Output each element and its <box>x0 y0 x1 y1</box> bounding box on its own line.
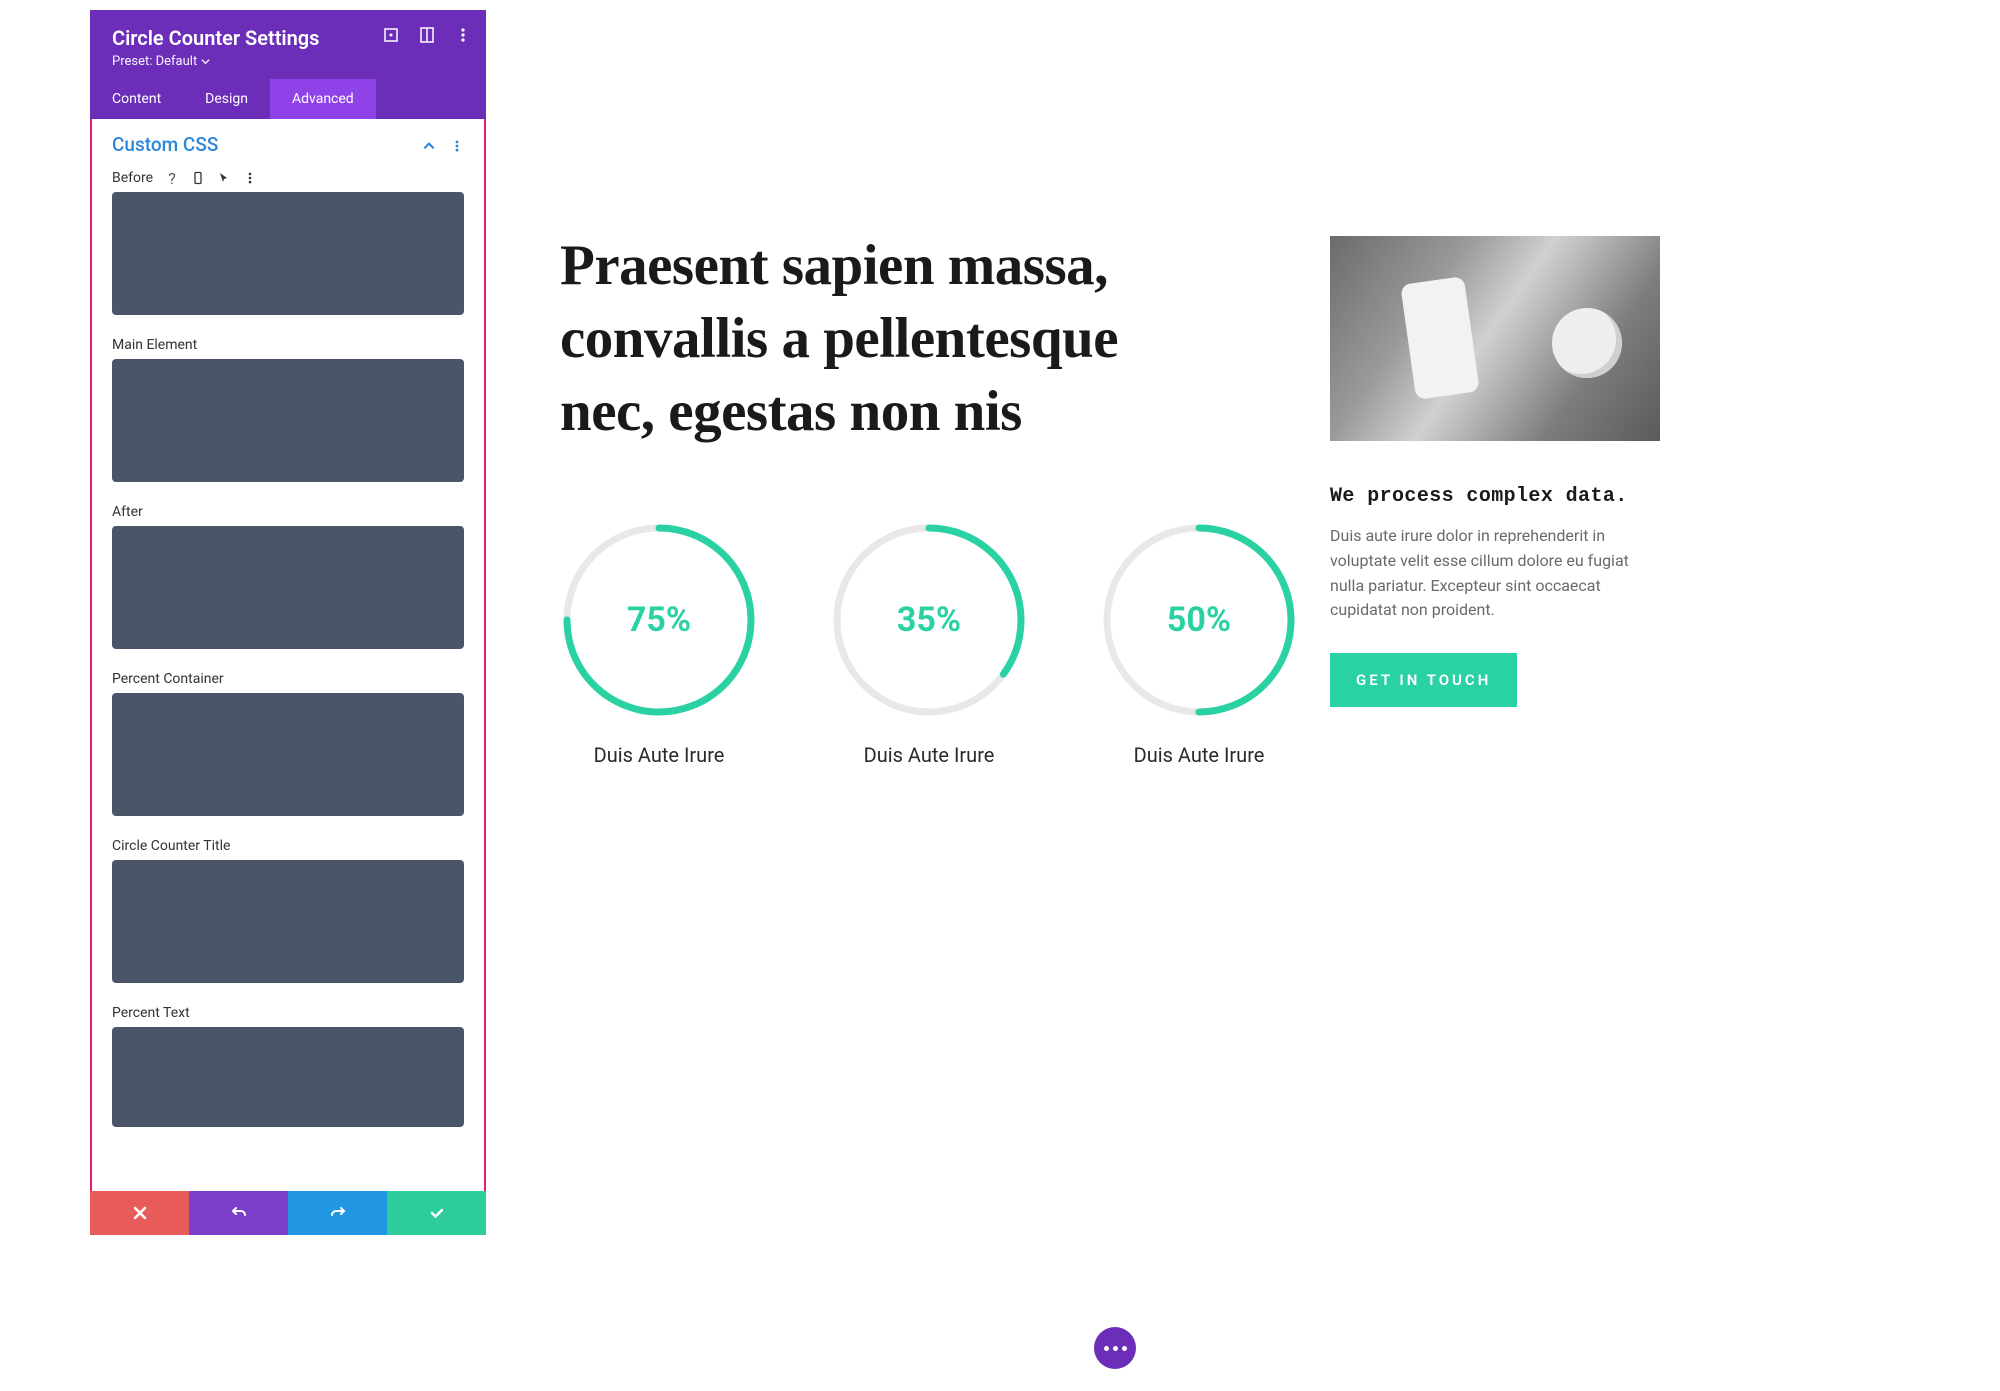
more-icon[interactable] <box>454 26 472 44</box>
field-before-input[interactable] <box>112 192 464 315</box>
circle-counter: 35% Duis Aute Irure <box>830 521 1028 767</box>
field-before-label: Before <box>112 170 153 186</box>
tab-content[interactable]: Content <box>90 79 183 119</box>
field-percent-container-input[interactable] <box>112 693 464 816</box>
panel-footer <box>90 1191 486 1235</box>
feature-image <box>1330 236 1660 441</box>
field-more-icon[interactable] <box>243 171 257 185</box>
counter-label: Duis Aute Irure <box>830 743 1028 767</box>
progress-ring: 50% <box>1100 521 1298 719</box>
section-header[interactable]: Custom CSS <box>112 133 464 156</box>
settings-panel: Circle Counter Settings Preset: Default … <box>90 10 486 1235</box>
field-percent-text-label: Percent Text <box>112 1005 464 1021</box>
progress-value: 75% <box>560 521 758 719</box>
sidebar-content: We process complex data. Duis aute irure… <box>1330 236 1660 707</box>
progress-ring: 75% <box>560 521 758 719</box>
tab-advanced[interactable]: Advanced <box>270 79 376 119</box>
field-percent-text-input[interactable] <box>112 1027 464 1127</box>
chevron-down-icon <box>201 57 210 66</box>
section-title: Custom CSS <box>112 133 218 156</box>
counter-label: Duis Aute Irure <box>560 743 758 767</box>
progress-value: 35% <box>830 521 1028 719</box>
field-after-input[interactable] <box>112 526 464 649</box>
counter-label: Duis Aute Irure <box>1100 743 1298 767</box>
help-icon[interactable]: ? <box>165 171 179 185</box>
header-icon-group <box>382 26 472 44</box>
field-before-header: Before ? <box>112 170 464 186</box>
hero-heading: Praesent sapien massa, convallis a pelle… <box>560 230 1200 449</box>
undo-button[interactable] <box>189 1191 288 1235</box>
hover-icon[interactable] <box>217 171 231 185</box>
section-more-icon[interactable] <box>450 138 464 152</box>
circle-counter: 50% Duis Aute Irure <box>1100 521 1298 767</box>
layout-icon[interactable] <box>418 26 436 44</box>
field-after-label: After <box>112 504 464 520</box>
redo-button[interactable] <box>288 1191 387 1235</box>
tab-design[interactable]: Design <box>183 79 270 119</box>
panel-body: Custom CSS Before ? Main Element After P… <box>90 119 486 1191</box>
circle-counter: 75% Duis Aute Irure <box>560 521 758 767</box>
field-percent-container-label: Percent Container <box>112 671 464 687</box>
side-title: We process complex data. <box>1330 485 1660 508</box>
preset-dropdown[interactable]: Preset: Default <box>112 54 210 69</box>
tabs: Content Design Advanced <box>90 79 486 119</box>
field-circle-counter-title-label: Circle Counter Title <box>112 838 464 854</box>
field-main-element-label: Main Element <box>112 337 464 353</box>
progress-value: 50% <box>1100 521 1298 719</box>
panel-header[interactable]: Circle Counter Settings Preset: Default <box>90 10 486 79</box>
field-main-element-input[interactable] <box>112 359 464 482</box>
fab-button[interactable] <box>1094 1327 1136 1369</box>
expand-icon[interactable] <box>382 26 400 44</box>
cta-button[interactable]: GET IN TOUCH <box>1330 653 1517 707</box>
field-before-icons: ? <box>165 171 257 185</box>
side-text: Duis aute irure dolor in reprehenderit i… <box>1330 524 1660 623</box>
save-button[interactable] <box>387 1191 486 1235</box>
section-icon-group <box>422 138 464 152</box>
cancel-button[interactable] <box>90 1191 189 1235</box>
field-circle-counter-title-input[interactable] <box>112 860 464 983</box>
device-icon[interactable] <box>191 171 205 185</box>
collapse-icon[interactable] <box>422 138 436 152</box>
progress-ring: 35% <box>830 521 1028 719</box>
preset-label: Preset: Default <box>112 54 197 69</box>
